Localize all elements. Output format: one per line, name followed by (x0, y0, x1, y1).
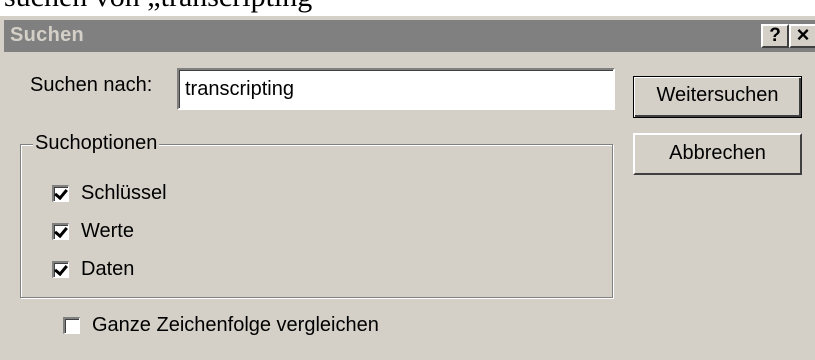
find-next-button[interactable]: Weitersuchen (633, 76, 802, 118)
keys-checkbox[interactable] (52, 184, 69, 202)
page-caption: suchen von „transcripting (4, 0, 312, 14)
keys-option[interactable]: Schlüssel (52, 181, 167, 205)
values-checkbox[interactable] (52, 222, 69, 240)
whole-string-checkbox[interactable] (63, 316, 80, 334)
search-label: Suchen nach: (30, 74, 153, 96)
keys-label: Schlüssel (81, 181, 167, 204)
title-bar[interactable]: Suchen ? × (4, 20, 815, 52)
whole-string-option[interactable]: Ganze Zeichenfolge vergleichen (63, 313, 379, 337)
whole-string-label: Ganze Zeichenfolge vergleichen (92, 313, 379, 336)
values-option[interactable]: Werte (52, 219, 134, 243)
search-options-label: Suchoptionen (33, 132, 160, 155)
dialog-title: Suchen (10, 24, 85, 46)
cancel-button[interactable]: Abbrechen (633, 133, 802, 175)
data-option[interactable]: Daten (52, 257, 134, 281)
help-button[interactable]: ? (761, 24, 789, 48)
values-label: Werte (81, 219, 134, 242)
close-button[interactable]: × (789, 24, 815, 48)
search-input[interactable] (177, 68, 615, 110)
data-checkbox[interactable] (52, 260, 69, 278)
data-label: Daten (81, 257, 135, 280)
